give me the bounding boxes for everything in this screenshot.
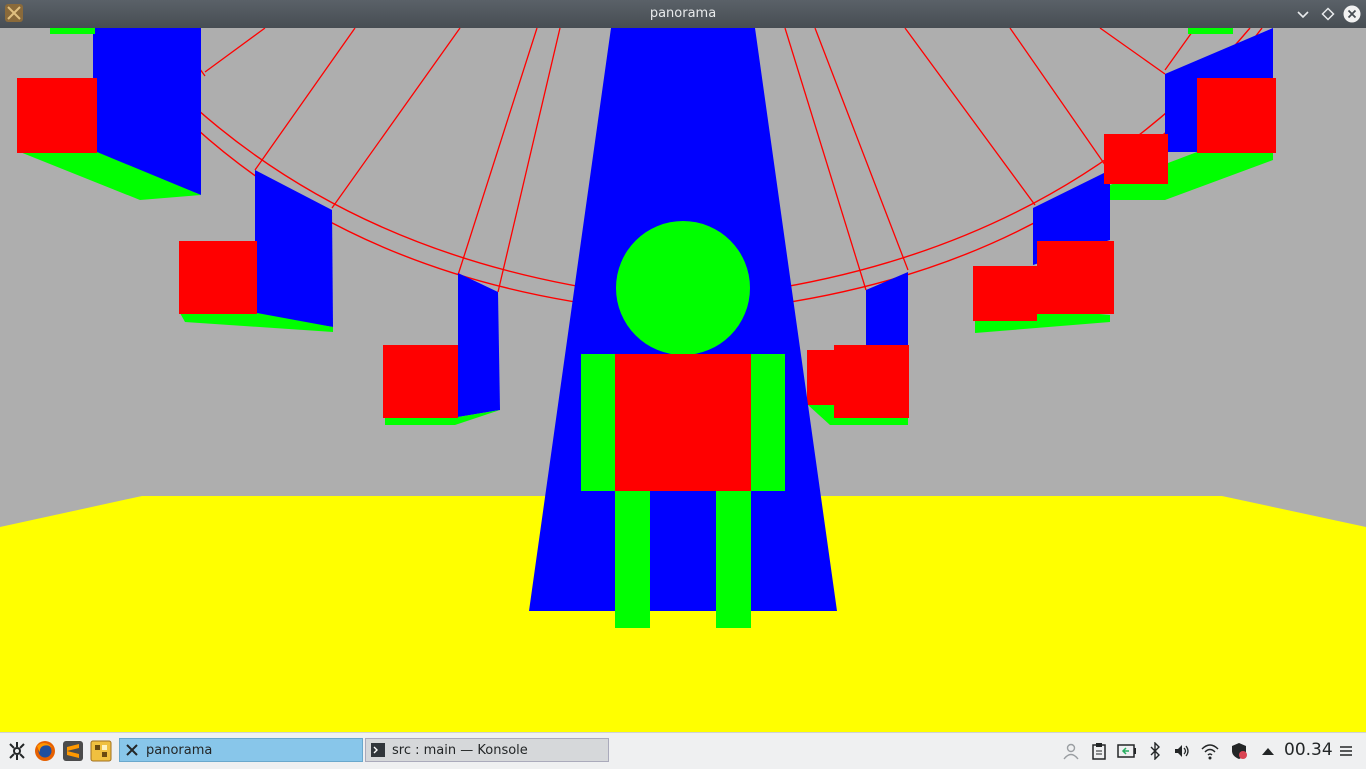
panorama-app-icon bbox=[125, 743, 139, 757]
window-title: panorama bbox=[649, 6, 717, 21]
panel-menu-icon[interactable] bbox=[1336, 741, 1356, 761]
taskbar: panorama src : main — Konsole 00.34 bbox=[0, 732, 1366, 769]
close-button[interactable] bbox=[1342, 4, 1362, 24]
minimize-button[interactable] bbox=[1293, 4, 1313, 24]
digital-clock[interactable]: 00.34 bbox=[1284, 740, 1333, 760]
maximize-button[interactable] bbox=[1318, 4, 1338, 24]
gondola bbox=[1104, 28, 1276, 200]
window-titlebar[interactable]: panorama bbox=[0, 0, 1366, 28]
volume-icon[interactable] bbox=[1172, 741, 1192, 761]
task-konsole[interactable]: src : main — Konsole bbox=[365, 738, 609, 762]
updates-shield-icon[interactable] bbox=[1229, 741, 1249, 761]
bluetooth-icon[interactable] bbox=[1145, 741, 1165, 761]
figure-head bbox=[616, 221, 750, 355]
close-icon bbox=[1343, 5, 1361, 23]
gondola bbox=[17, 28, 201, 200]
app-launcher-icon[interactable] bbox=[89, 739, 113, 763]
chevron-down-icon bbox=[1297, 11, 1309, 19]
battery-icon[interactable] bbox=[1117, 741, 1137, 761]
task-label: panorama bbox=[146, 742, 213, 758]
gondola bbox=[179, 170, 333, 332]
clipboard-icon[interactable] bbox=[1089, 741, 1109, 761]
gondola bbox=[807, 272, 909, 425]
application-menu-icon[interactable] bbox=[5, 739, 29, 763]
expand-tray-icon[interactable] bbox=[1258, 741, 1278, 761]
opengl-viewport[interactable] bbox=[0, 28, 1366, 732]
gondola bbox=[973, 170, 1114, 333]
figure-right-leg bbox=[716, 491, 751, 628]
panorama-scene bbox=[0, 28, 1366, 732]
firefox-icon[interactable] bbox=[33, 739, 57, 763]
figure-left-leg bbox=[615, 491, 650, 628]
figure-left-arm bbox=[581, 354, 616, 491]
task-panorama[interactable]: panorama bbox=[119, 738, 363, 762]
gondola bbox=[383, 273, 500, 425]
terminal-icon bbox=[371, 743, 385, 757]
wifi-icon[interactable] bbox=[1200, 741, 1220, 761]
task-label: src : main — Konsole bbox=[392, 742, 528, 758]
diamond-icon bbox=[1321, 7, 1335, 21]
user-icon[interactable] bbox=[1061, 741, 1081, 761]
figure-right-arm bbox=[750, 354, 785, 491]
figure-body bbox=[615, 354, 751, 491]
sublime-text-icon[interactable] bbox=[61, 739, 85, 763]
